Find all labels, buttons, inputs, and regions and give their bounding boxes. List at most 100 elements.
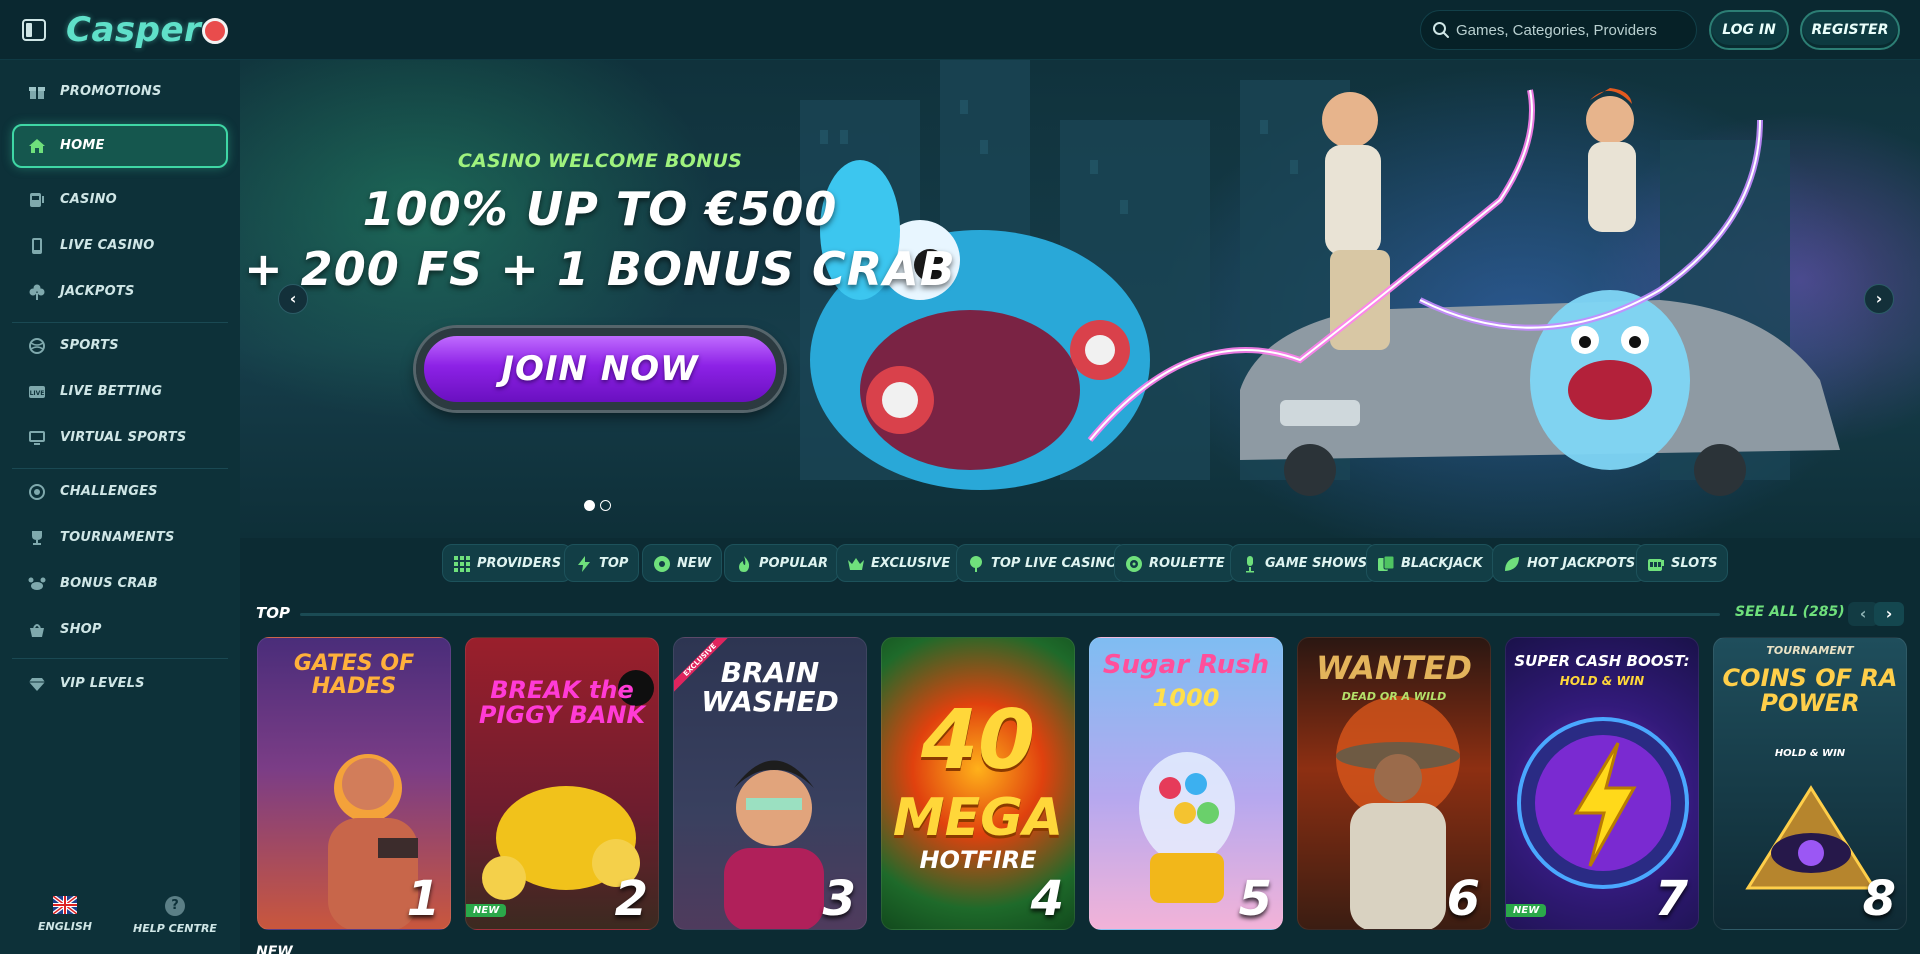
filter-providers[interactable]: PROVIDERS [442, 544, 573, 582]
carousel-next-button[interactable]: › [1864, 284, 1894, 314]
home-icon [29, 139, 45, 153]
top-header: Casper LOG IN REGISTER [0, 0, 1920, 60]
sidebar-item-jackpots[interactable]: JACKPOTS [12, 270, 228, 314]
gift-icon [29, 87, 45, 99]
game-subtitle: 1000 [1152, 684, 1220, 712]
sidebar: PROMOTIONS HOME CASINO LIVE CASINO JACKP… [0, 60, 240, 954]
filter-hot-jackpots[interactable]: HOT JACKPOTS [1492, 544, 1647, 582]
sidebar-item-challenges[interactable]: CHALLENGES [12, 470, 228, 514]
filter-game-shows[interactable]: GAME SHOWS [1230, 544, 1379, 582]
see-all-link[interactable]: SEE ALL (285) [1735, 604, 1845, 620]
sidebar-item-home[interactable]: HOME [12, 124, 228, 168]
filter-new[interactable]: NEW [642, 544, 723, 582]
row-next-button[interactable]: › [1874, 602, 1904, 626]
search-icon [1433, 22, 1449, 38]
game-rank: 1 [406, 871, 440, 927]
badge-icon [654, 556, 670, 572]
filter-popular[interactable]: POPULAR [724, 544, 840, 582]
login-button[interactable]: LOG IN [1709, 10, 1789, 50]
game-rank: 5 [1238, 871, 1272, 927]
leaf-icon [1505, 557, 1519, 571]
register-button[interactable]: REGISTER [1800, 10, 1900, 50]
basket-icon [30, 624, 44, 637]
help-label: HELP CENTRE [133, 922, 217, 935]
game-title: 40 [920, 693, 1036, 788]
clover-icon [29, 284, 45, 300]
game-card[interactable]: TOURNAMENT COINS OF RA POWER HOLD & WIN … [1713, 637, 1907, 930]
game-rank: 8 [1862, 871, 1896, 927]
game-rank: 2 [614, 871, 648, 927]
game-card[interactable]: SUPER CASH BOOST: HOLD & WIN NEW 7 [1505, 637, 1699, 930]
bolt-icon [578, 556, 590, 572]
sidebar-item-bonus-crab[interactable]: BONUS CRAB [12, 562, 228, 606]
filter-blackjack[interactable]: BLACKJACK [1366, 544, 1494, 582]
filter-slots[interactable]: SLOTS [1636, 544, 1729, 582]
game-title: BREAK the PIGGY BANK [478, 676, 646, 730]
help-centre-link[interactable]: ? HELP CENTRE [130, 896, 220, 935]
game-title: WANTED [1316, 649, 1472, 687]
carousel-dot[interactable] [600, 500, 611, 511]
game-card[interactable]: BREAK the PIGGY BANK NEW 2 [465, 637, 659, 930]
sidebar-item-promotions[interactable]: PROMOTIONS [12, 70, 228, 114]
filter-top-live-casino[interactable]: TOP LIVE CASINO [956, 544, 1129, 582]
sidebar-item-label: CHALLENGES [60, 484, 158, 499]
game-top-label: TOURNAMENT [1766, 644, 1854, 657]
game-rank: 6 [1446, 871, 1480, 927]
game-card[interactable]: GATES OF HADES 1 [257, 637, 451, 930]
hero-subtitle: CASINO WELCOME BONUS [457, 150, 743, 172]
hero-banner[interactable]: CASINO WELCOME BONUS 100% UP TO €500 + 2… [240, 60, 1920, 538]
sidebar-divider [12, 468, 228, 469]
target-icon [29, 484, 45, 500]
casper-logo[interactable]: Casper [66, 10, 229, 50]
join-now-button[interactable]: JOIN NOW [416, 328, 784, 410]
sidebar-item-vip-levels[interactable]: VIP LEVELS [12, 662, 228, 706]
hero-illustration [800, 60, 1840, 496]
sidebar-item-label: BONUS CRAB [60, 576, 158, 591]
sidebar-divider [12, 658, 228, 659]
sidebar-item-virtual-sports[interactable]: VIRTUAL SPORTS [12, 416, 228, 460]
sidebar-toggle-icon[interactable] [22, 19, 46, 41]
mic-icon [1246, 556, 1254, 573]
sidebar-item-live-casino[interactable]: LIVE CASINO [12, 224, 228, 268]
sidebar-item-label: SHOP [60, 622, 102, 637]
filter-label: HOT JACKPOTS [1527, 555, 1636, 571]
game-card[interactable]: Sugar Rush 1000 5 [1089, 637, 1283, 930]
game-title: SUPER CASH BOOST: [1514, 652, 1690, 670]
filter-label: BLACKJACK [1401, 555, 1483, 571]
new-badge: NEW [1506, 904, 1547, 917]
live-icon: LIVE [29, 386, 45, 398]
sidebar-item-live-betting[interactable]: LIVE LIVE BETTING [12, 370, 228, 414]
sidebar-item-label: VIP LEVELS [60, 676, 145, 691]
search-input[interactable] [1456, 14, 1686, 46]
sidebar-item-label: PROMOTIONS [60, 84, 162, 99]
new-badge: NEW [466, 904, 507, 917]
mobile-icon [32, 238, 42, 254]
language-selector[interactable]: ENGLISH [20, 896, 110, 933]
filter-label: EXCLUSIVE [871, 555, 951, 571]
filter-top[interactable]: TOP [564, 544, 640, 582]
sidebar-item-shop[interactable]: SHOP [12, 608, 228, 652]
sidebar-item-tournaments[interactable]: TOURNAMENTS [12, 516, 228, 560]
game-rank: 3 [822, 871, 856, 927]
filter-label: SLOTS [1671, 555, 1718, 571]
diamond-icon [29, 678, 45, 691]
game-card[interactable]: 40 MEGA HOTFIRE 4 [881, 637, 1075, 930]
game-rank: 4 [1030, 871, 1064, 927]
game-subtitle: DEAD OR A WILD [1341, 690, 1447, 703]
svg-text:LIVE: LIVE [30, 390, 45, 397]
logo-mark-icon [202, 18, 229, 44]
game-subtitle: HOLD & WIN [1774, 748, 1846, 759]
filter-roulette[interactable]: ROULETTE [1114, 544, 1236, 582]
game-card[interactable]: EXCLUSIVE BRAIN WASHED 3 [673, 637, 867, 930]
filter-exclusive[interactable]: EXCLUSIVE [836, 544, 962, 582]
filter-label: ROULETTE [1149, 555, 1225, 571]
carousel-dot-active[interactable] [584, 500, 595, 511]
game-rank: 7 [1654, 871, 1688, 927]
game-card[interactable]: WANTED DEAD OR A WILD 6 [1297, 637, 1491, 930]
game-subtitle: HOLD & WIN [1559, 674, 1645, 688]
flame-icon [739, 556, 750, 572]
sidebar-item-casino[interactable]: CASINO [12, 178, 228, 222]
carousel-prev-button[interactable]: ‹ [278, 284, 308, 314]
sidebar-item-sports[interactable]: SPORTS [12, 324, 228, 368]
game-title: Sugar Rush [1102, 650, 1270, 680]
